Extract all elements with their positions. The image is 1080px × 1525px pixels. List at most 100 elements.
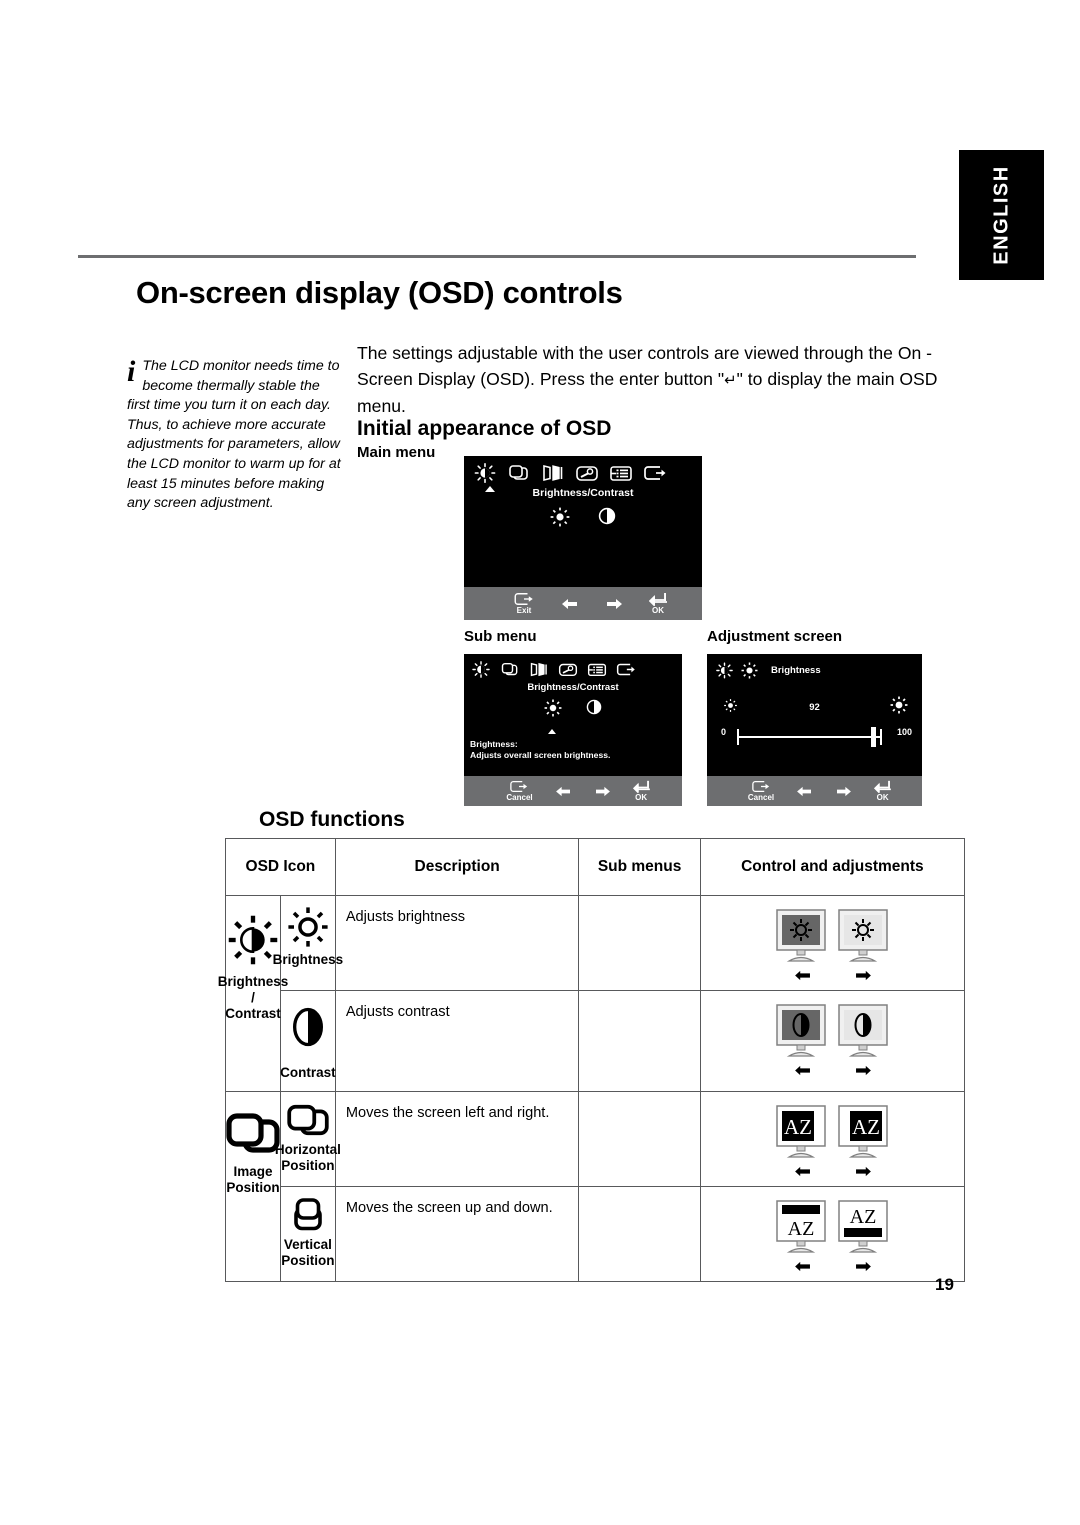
osd-footer-ok-button[interactable]: OK: [874, 780, 891, 803]
vpos-monitor-pair: AZ AZ: [775, 1199, 889, 1255]
vertical-position-icon: [294, 1198, 322, 1231]
control-arrows: [792, 969, 872, 982]
brightness-slider-min: 0: [721, 727, 727, 737]
brightness-icon: [288, 907, 328, 947]
svg-text:AZ: AZ: [784, 1115, 812, 1139]
sub-menus-text: [579, 1092, 699, 1104]
table-header-control-and-adjustments: Control and adjustments: [699, 838, 966, 896]
osd-footer-cancel-label: Cancel: [747, 792, 775, 802]
left-arrow-icon: [797, 786, 812, 796]
sub-menus-text: [579, 991, 699, 1003]
right-arrow-icon: [607, 598, 622, 609]
brightness-slider[interactable]: 92 0 100: [707, 696, 922, 762]
image-setup-icon: [530, 662, 547, 677]
brightness-monitor-pair: [775, 908, 889, 964]
table-header-sub-menus: Sub menus: [578, 838, 701, 896]
osd-footer-ok-button[interactable]: OK: [632, 780, 650, 803]
sub-label-brightness: Brightness: [272, 952, 344, 967]
right-arrow-icon: [856, 970, 872, 981]
brightness-icon: [741, 662, 758, 679]
osd-main-menu-screenshot: Brightness/Contrast Exit OK: [464, 456, 702, 620]
exit-icon: [510, 780, 528, 792]
monitor-az-down-icon: AZ: [776, 1200, 827, 1253]
osd-sub-footer: Cancel OK: [464, 776, 682, 806]
osd-footer-exit-label: Exit: [516, 605, 532, 615]
osd-sub-toolbar: [464, 654, 682, 678]
monitor-az-left-icon: AZ: [776, 1105, 827, 1158]
sub-menus-cell: [578, 895, 701, 991]
osd-adjustment-header: Brightness: [707, 654, 922, 680]
osd-sub-title: Brightness/Contrast: [527, 682, 619, 693]
osd-adjustment-name: Brightness: [771, 665, 821, 676]
sub-cell-vertical-position: Vertical Position: [279, 1186, 336, 1282]
right-arrow-icon: [595, 786, 610, 796]
control-cell-brightness: [699, 895, 966, 991]
svg-text:AZ: AZ: [850, 1206, 877, 1228]
group-label-image-position: Image Position: [226, 1164, 280, 1195]
osd-footer-left-button[interactable]: [796, 785, 813, 798]
sub-cell-horizontal-position: Horizontal Position: [275, 1091, 341, 1187]
osd-footer-cancel-label: Cancel: [506, 792, 533, 802]
label-main-menu: Main menu: [357, 444, 436, 461]
osd-footer-right-button[interactable]: [594, 785, 611, 798]
control-cell-horizontal-position: AZ AZ: [699, 1091, 966, 1187]
right-arrow-icon: [856, 1166, 872, 1177]
left-arrow-icon: [795, 1261, 811, 1272]
control-arrows: [792, 1064, 872, 1077]
page-title: On-screen display (OSD) controls: [136, 275, 623, 310]
enter-key-icon: ↵: [724, 371, 737, 389]
left-arrow-icon: [555, 786, 570, 796]
right-arrow-icon: [856, 1065, 872, 1076]
osd-footer-left-button[interactable]: [561, 597, 579, 611]
label-adjustment-screen: Adjustment screen: [707, 628, 843, 645]
right-arrow-icon: [856, 1261, 872, 1272]
description-text: Moves the screen up and down.: [345, 1200, 553, 1216]
table-header-osd-icon: OSD Icon: [225, 838, 336, 896]
description-cell: Moves the screen up and down.: [334, 1186, 580, 1282]
image-properties-icon: [558, 663, 578, 677]
osd-footer-ok-label: OK: [652, 605, 664, 615]
sub-cell-brightness: Brightness: [273, 895, 343, 991]
image-properties-icon: [576, 466, 598, 481]
slider-track: [737, 736, 880, 738]
image-position-icon: [501, 662, 518, 676]
image-position-icon: [509, 465, 528, 480]
osd-footer-ok-button[interactable]: OK: [649, 592, 667, 616]
osd-sub-row-icons: [464, 699, 682, 717]
osd-footer-cancel-button[interactable]: Cancel: [506, 780, 533, 803]
osd-functions-table: OSD Icon Description Sub menus Control a…: [218, 838, 966, 1282]
description-cell: Adjusts brightness: [334, 895, 580, 991]
slider-right-cap: [880, 729, 882, 745]
svg-text:AZ: AZ: [852, 1115, 880, 1139]
monitor-light-brightness-icon: [838, 909, 889, 962]
sub-label-vertical-position: Vertical Position: [281, 1237, 335, 1268]
exit-icon: [616, 663, 635, 676]
osd-footer-right-button[interactable]: [835, 785, 852, 798]
sub-menus-text: [579, 896, 699, 908]
osd-sub-menu-screenshot: Brightness/Contrast Brightness: Adjusts …: [464, 654, 682, 806]
left-arrow-icon: [562, 598, 577, 609]
osd-footer-right-button[interactable]: [605, 597, 623, 611]
group-cell-image-position: Image Position: [225, 1091, 281, 1282]
slider-thumb[interactable]: [871, 727, 876, 747]
control-arrows: [792, 1260, 872, 1273]
osd-main-selection-caret: [485, 486, 495, 492]
description-text: Adjusts contrast: [345, 1004, 450, 1020]
osd-footer-cancel-button[interactable]: Cancel: [748, 780, 774, 803]
monitor-dark-brightness-icon: [776, 909, 827, 962]
sub-label-contrast: Contrast: [280, 1065, 336, 1080]
image-setup-icon: [543, 464, 563, 482]
osd-footer-left-button[interactable]: [555, 785, 572, 798]
group-label-brightness-contrast: Brightness / Contrast: [217, 974, 289, 1021]
osd-footer-exit-button[interactable]: Exit: [513, 592, 535, 616]
control-cell-vertical-position: AZ AZ: [699, 1186, 966, 1282]
description-text: Moves the screen left and right.: [345, 1105, 550, 1121]
left-arrow-icon: [795, 1166, 811, 1177]
sub-menus-cell: [578, 1186, 701, 1282]
osd-adjustment-screenshot: Brightness 92 0 100 Cancel OK: [707, 654, 922, 806]
monitor-light-contrast-icon: [838, 1004, 889, 1057]
hpos-monitor-pair: AZ AZ: [775, 1104, 889, 1160]
intro-paragraph: The settings adjustable with the user co…: [357, 340, 969, 419]
osd-main-row-icons: [464, 507, 702, 527]
table-row: Contrast Adjusts contrast: [226, 990, 966, 1092]
